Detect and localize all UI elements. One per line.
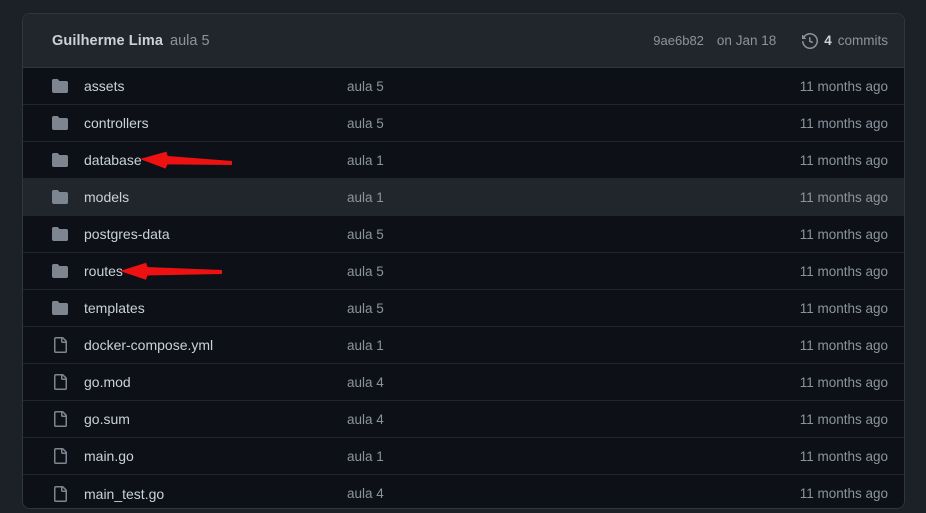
file-name-link[interactable]: database — [84, 152, 347, 168]
file-row[interactable]: go.mod aula 4 11 months ago — [23, 364, 904, 401]
row-commit-message[interactable]: aula 5 — [347, 79, 800, 94]
file-row[interactable]: main_test.go aula 4 11 months ago — [23, 475, 904, 508]
commits-label: commits — [837, 33, 888, 48]
history-icon — [802, 32, 819, 49]
row-commit-age: 11 months ago — [799, 337, 888, 353]
commit-author-name[interactable]: Guilherme Lima — [52, 33, 163, 49]
folder-icon — [52, 226, 68, 242]
row-commit-message[interactable]: aula 4 — [347, 412, 800, 427]
file-list: assets aula 5 11 months ago controllers aula… — [23, 68, 904, 508]
file-name-link[interactable]: routes — [84, 263, 347, 279]
row-commit-message[interactable]: aula 1 — [347, 449, 800, 464]
row-commit-message[interactable]: aula 1 — [347, 338, 800, 353]
row-commit-age: 11 months ago — [799, 411, 888, 427]
latest-commit-summary: Guilherme Lima aula 5 — [52, 33, 653, 49]
commits-count: 4 — [824, 33, 832, 48]
latest-commit-bar: Guilherme Lima aula 5 9ae6b82 on Jan 18 … — [23, 14, 904, 68]
folder-icon — [52, 189, 68, 205]
row-commit-message[interactable]: aula 5 — [347, 301, 800, 316]
file-row[interactable]: routes aula 5 11 months ago — [23, 253, 904, 290]
file-name-link[interactable]: postgres-data — [84, 226, 347, 242]
file-name-link[interactable]: main_test.go — [84, 486, 347, 502]
row-commit-age: 11 months ago — [799, 374, 888, 390]
row-commit-age: 11 months ago — [799, 226, 888, 242]
file-name-link[interactable]: go.sum — [84, 411, 347, 427]
file-row[interactable]: controllers aula 5 11 months ago — [23, 105, 904, 142]
row-commit-age: 11 months ago — [799, 300, 888, 316]
folder-icon — [52, 115, 68, 131]
file-icon — [52, 448, 68, 464]
row-commit-age: 11 months ago — [799, 152, 888, 168]
folder-icon — [52, 78, 68, 94]
file-name-link[interactable]: controllers — [84, 115, 347, 131]
file-row[interactable]: main.go aula 1 11 months ago — [23, 438, 904, 475]
commit-date: on Jan 18 — [716, 33, 777, 48]
commit-history-link[interactable]: 4 commits — [802, 32, 888, 49]
file-row[interactable]: go.sum aula 4 11 months ago — [23, 401, 904, 438]
row-commit-message[interactable]: aula 5 — [347, 227, 800, 242]
row-commit-age: 11 months ago — [799, 486, 888, 501]
file-row[interactable]: database aula 1 11 months ago — [23, 142, 904, 179]
folder-icon — [52, 300, 68, 316]
file-row[interactable]: docker-compose.yml aula 1 11 months ago — [23, 327, 904, 364]
file-name-link[interactable]: main.go — [84, 448, 347, 464]
file-icon — [52, 337, 68, 353]
latest-commit-meta: 9ae6b82 on Jan 18 4 commits — [653, 32, 888, 49]
file-icon — [52, 485, 68, 502]
row-commit-age: 11 months ago — [799, 189, 888, 205]
row-commit-message[interactable]: aula 5 — [347, 116, 800, 131]
row-commit-message[interactable]: aula 1 — [347, 153, 800, 168]
file-row[interactable]: postgres-data aula 5 11 months ago — [23, 216, 904, 253]
file-icon — [52, 411, 68, 427]
file-name-link[interactable]: docker-compose.yml — [84, 337, 347, 353]
row-commit-message[interactable]: aula 5 — [347, 264, 800, 279]
file-icon — [52, 374, 68, 390]
file-name-link[interactable]: models — [84, 189, 347, 205]
row-commit-age: 11 months ago — [799, 115, 888, 131]
row-commit-age: 11 months ago — [799, 263, 888, 279]
file-name-link[interactable]: assets — [84, 78, 347, 94]
row-commit-message[interactable]: aula 4 — [347, 375, 800, 390]
row-commit-age: 11 months ago — [799, 78, 888, 94]
folder-icon — [52, 263, 68, 279]
repository-file-browser: Guilherme Lima aula 5 9ae6b82 on Jan 18 … — [22, 13, 905, 509]
row-commit-message[interactable]: aula 1 — [347, 190, 800, 205]
file-name-link[interactable]: templates — [84, 300, 347, 316]
file-row[interactable]: templates aula 5 11 months ago — [23, 290, 904, 327]
commit-sha[interactable]: 9ae6b82 — [653, 33, 704, 48]
folder-icon — [52, 152, 68, 168]
commit-message[interactable]: aula 5 — [170, 33, 210, 49]
file-name-link[interactable]: go.mod — [84, 374, 347, 390]
row-commit-message[interactable]: aula 4 — [347, 486, 800, 501]
row-commit-age: 11 months ago — [799, 448, 888, 464]
file-row[interactable]: assets aula 5 11 months ago — [23, 68, 904, 105]
file-row[interactable]: models aula 1 11 months ago — [23, 179, 904, 216]
